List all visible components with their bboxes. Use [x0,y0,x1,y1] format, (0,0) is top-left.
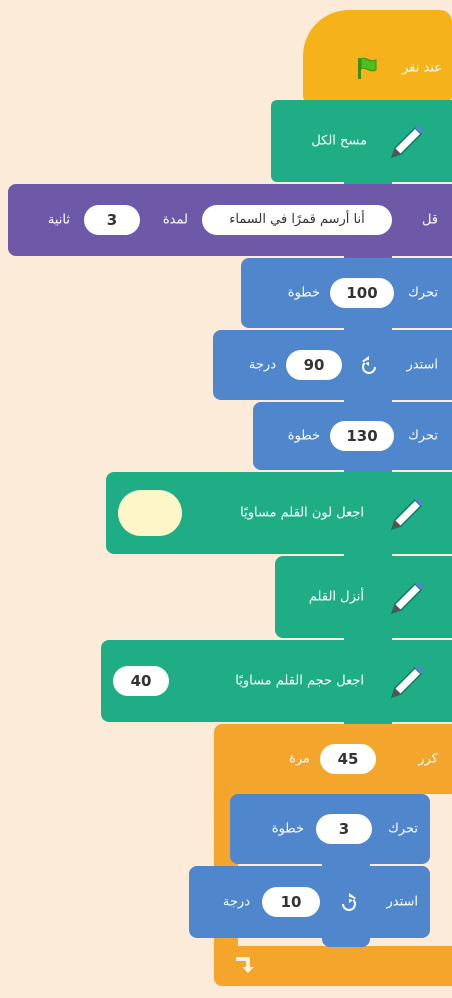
degrees-unit-label: درجة [222,894,250,910]
repeat-block-footer [214,946,452,986]
pen-icon [390,125,424,159]
move-label: تحرك [388,821,418,837]
move-steps-input[interactable]: 130 [330,421,394,451]
loop-arrow-icon [236,957,254,973]
set-pen-size-label: اجعل حجم القلم مساويًا [235,673,364,689]
pen-icon [390,665,424,699]
turn-right-block[interactable]: استدر 10 درجة [189,866,430,947]
pen-size-input[interactable]: 40 [113,666,169,696]
rotate-right-icon [342,893,356,911]
move-steps-input[interactable]: 100 [330,278,394,308]
say-message-input[interactable]: أنا أرسم قمرًا في السماء [202,205,392,235]
steps-unit-label: خطوة [271,821,304,837]
green-flag-icon [358,57,377,79]
pen-down-label: أنزل القلم [308,589,364,605]
steps-unit-label: خطوة [287,428,320,444]
say-label: قل [421,212,438,228]
set-pen-color-block[interactable]: اجعل لون القلم مساويًا [106,472,452,563]
set-pen-color-label: اجعل لون القلم مساويًا [240,505,364,521]
set-pen-size-block[interactable]: اجعل حجم القلم مساويًا 40 [101,640,452,731]
move-steps-block[interactable]: تحرك 130 خطوة [253,402,452,479]
erase-all-block[interactable]: مسح الكل [271,100,452,191]
say-seconds-input[interactable]: 3 [84,205,140,235]
erase-all-label: مسح الكل [311,133,367,149]
turn-left-block[interactable]: استدر 90 درجة [213,330,452,409]
move-steps-input[interactable]: 3 [316,814,372,844]
pen-color-swatch[interactable] [118,490,182,536]
times-unit-label: مرة [289,751,310,767]
move-steps-block[interactable]: تحرك 3 خطوة [230,794,430,873]
for-label: لمدة [162,212,188,228]
when-flag-clicked-block[interactable]: عند نقر [303,10,452,111]
say-for-seconds-block[interactable]: قل أنا أرسم قمرًا في السماء لمدة 3 ثانية [8,184,452,265]
turn-label: استدر [386,894,418,910]
turn-degrees-input[interactable]: 10 [262,887,320,917]
pen-down-block[interactable]: أنزل القلم [275,556,452,647]
turn-label: استدر [406,357,438,373]
seconds-label: ثانية [47,212,70,228]
repeat-block[interactable]: كرر 45 مرة [214,724,452,794]
pen-icon [390,497,424,531]
when-flag-clicked-label: عند نقر [401,60,442,76]
steps-unit-label: خطوة [287,285,320,301]
turn-degrees-input[interactable]: 90 [286,350,342,380]
pen-icon [390,581,424,615]
move-label: تحرك [408,285,438,301]
block-notch [322,935,370,947]
repeat-times-input[interactable]: 45 [320,744,376,774]
rotate-left-icon [362,356,376,374]
move-steps-block[interactable]: تحرك 100 خطوة [241,258,452,337]
repeat-label: كرر [418,751,438,767]
degrees-unit-label: درجة [248,357,276,373]
move-label: تحرك [408,428,438,444]
